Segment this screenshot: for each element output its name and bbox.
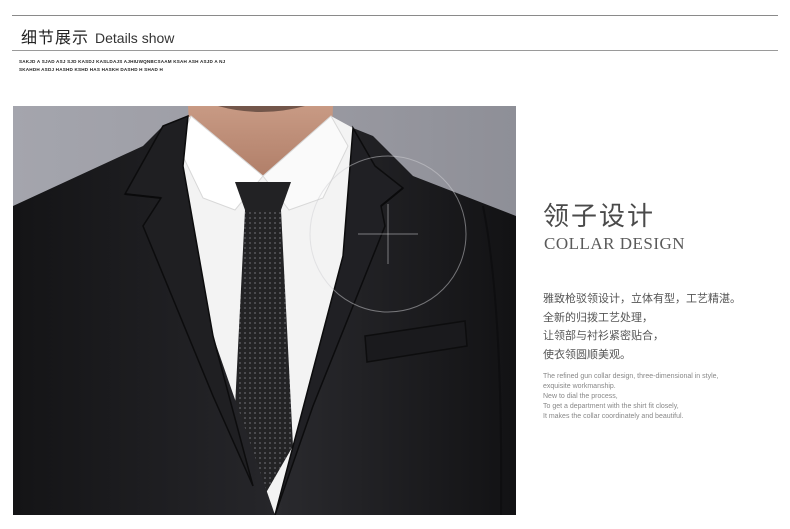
description-cn-line: 全新的归拨工艺处理， bbox=[543, 310, 653, 324]
header-tiny-text-2: SKAHDH ASDJ HASHD KSHD HAS HASKH DASHD H… bbox=[19, 67, 163, 72]
description-cn-line: 雅致枪驳领设计，立体有型，工艺精湛。 bbox=[543, 292, 741, 305]
header-rule bbox=[12, 50, 778, 51]
description-cn-line: 使衣领圆顺美观。 bbox=[543, 347, 631, 361]
feature-description-en: The refined gun collar design, three-dim… bbox=[543, 372, 719, 422]
feature-title-cn: 领子设计 bbox=[543, 202, 656, 232]
description-en-line: exquisite workmanship. bbox=[543, 383, 616, 390]
header-tiny-text-1: SAKJD A SJAD ASJ SJD KASDJ KASLDAJS AJHI… bbox=[19, 59, 226, 64]
header-title-cn: 细节展示 bbox=[21, 28, 90, 47]
description-en-line: It makes the collar coordinately and bea… bbox=[543, 413, 684, 420]
feature-title-en: COLLAR DESIGN bbox=[544, 234, 686, 253]
feature-description-cn: 雅致枪驳领设计，立体有型，工艺精湛。 全新的归拨工艺处理， 让领部与衬衫紧密贴合… bbox=[543, 290, 741, 364]
description-cn-line: 让领部与衬衫紧密贴合， bbox=[543, 329, 664, 342]
description-en-line: To get a department with the shirt fit c… bbox=[543, 403, 679, 410]
suit-collar-photo bbox=[13, 106, 516, 515]
top-rule bbox=[12, 15, 778, 16]
description-en-line: New to dial the process, bbox=[543, 393, 618, 400]
section-header: 细节展示 Details show bbox=[21, 24, 174, 48]
description-en-line: The refined gun collar design, three-dim… bbox=[543, 373, 719, 380]
header-title-en: Details show bbox=[95, 30, 175, 46]
